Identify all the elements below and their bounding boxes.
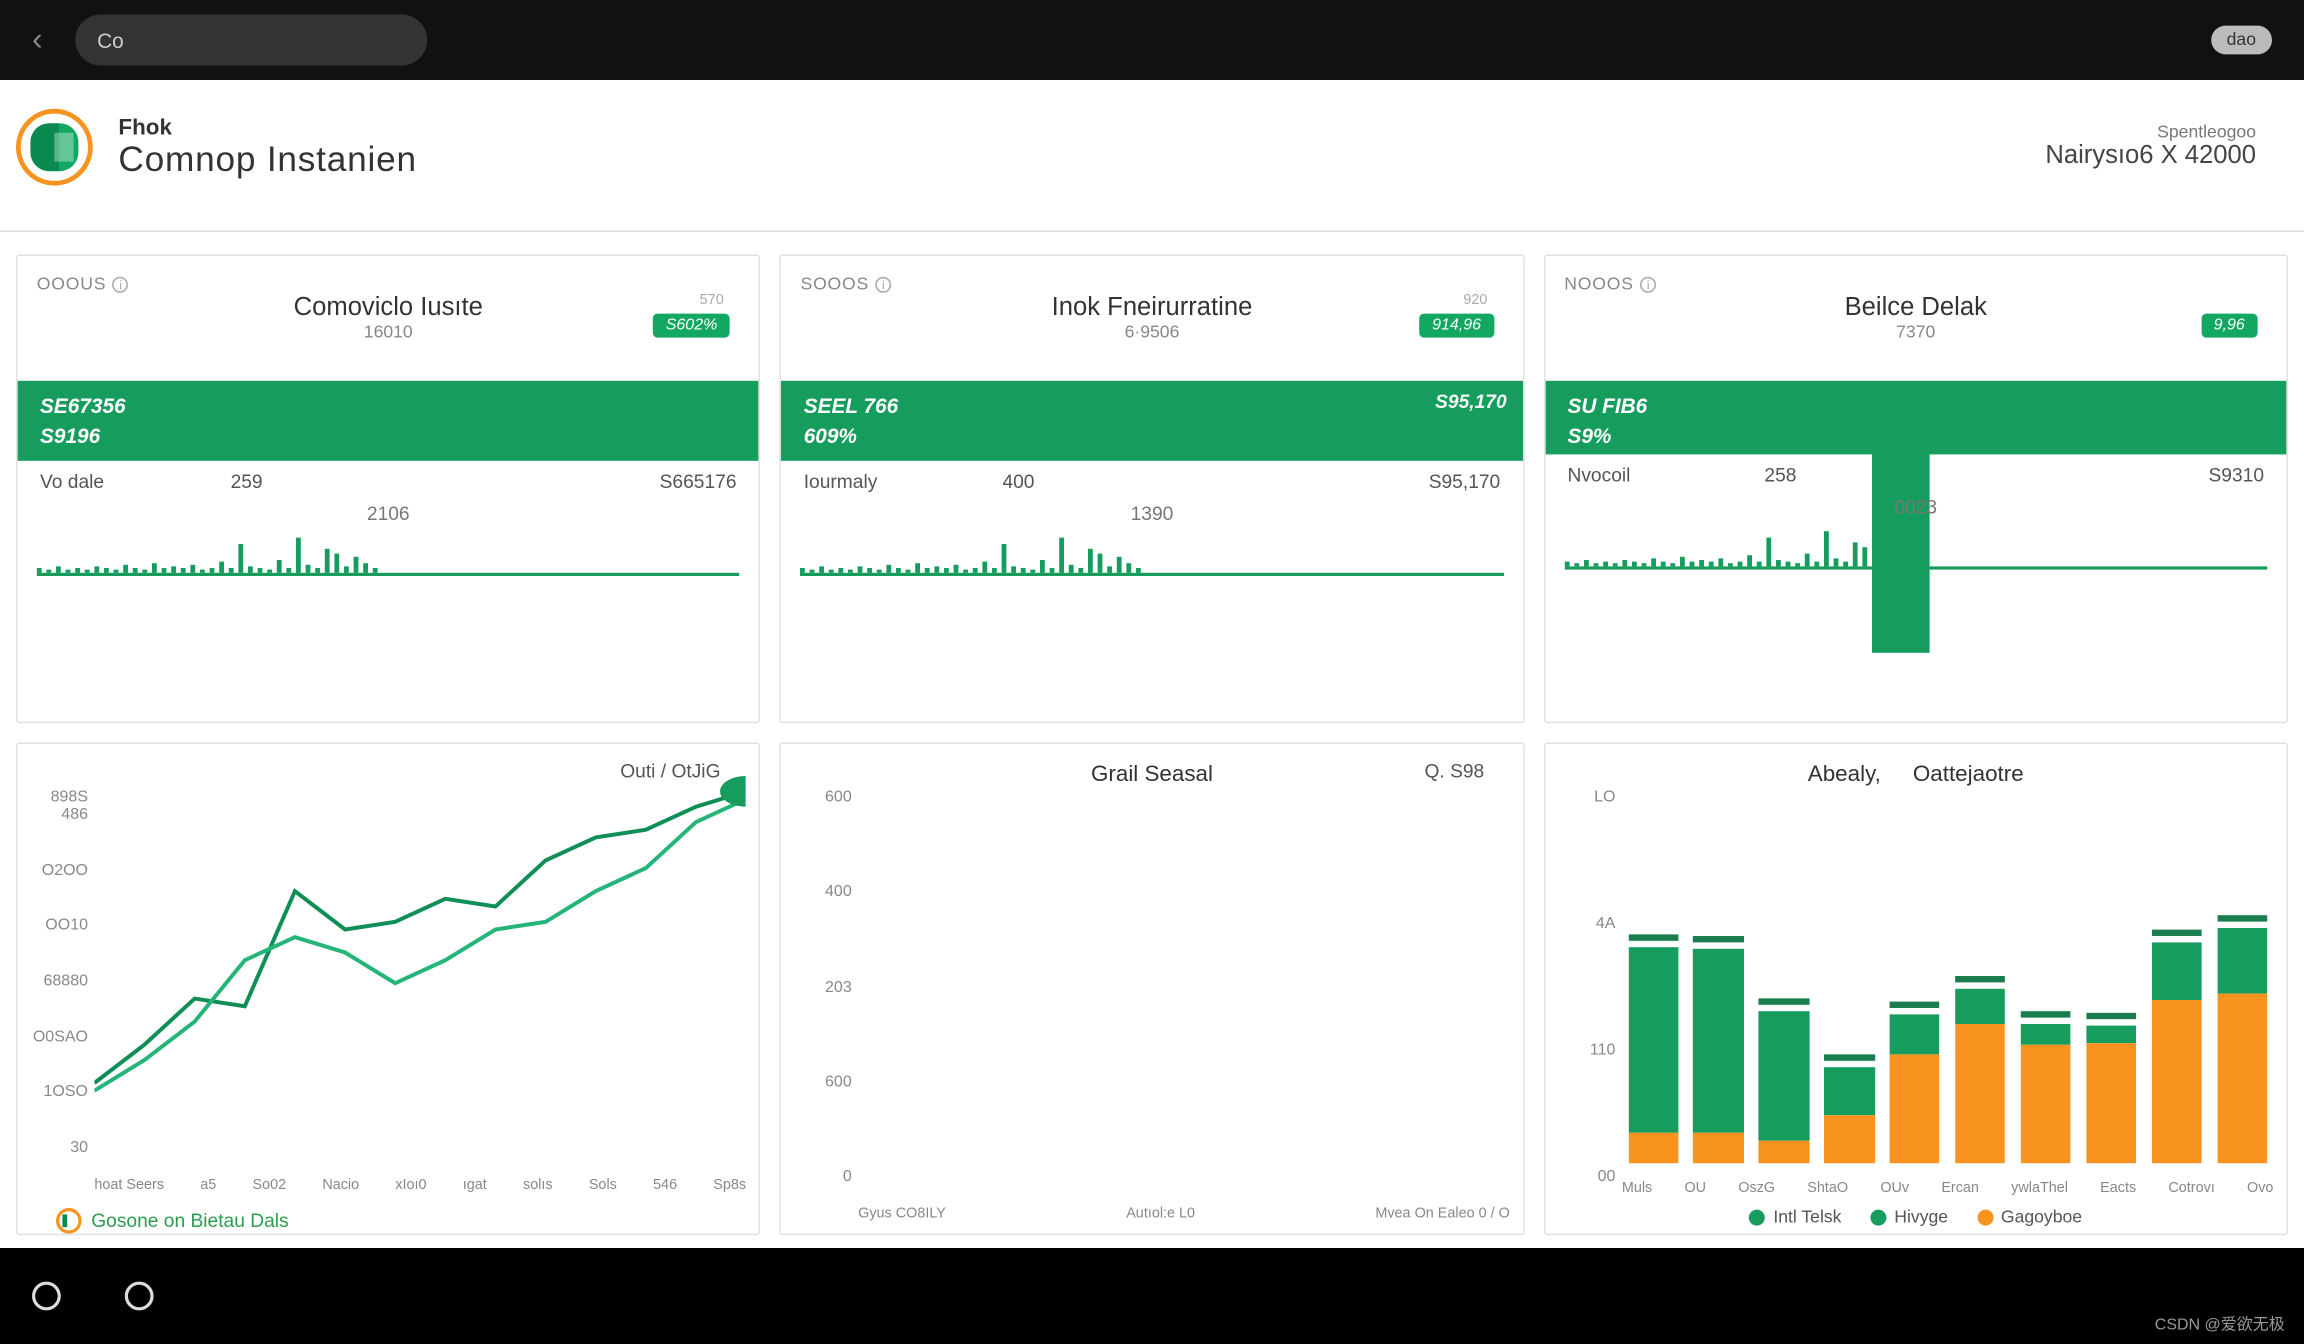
- device-nav-bar: CSDN @爱欲无极: [0, 1248, 2304, 1344]
- card-number: 7370: [1564, 323, 2267, 342]
- stat-mid: 259: [231, 470, 263, 492]
- stat-label: Nvocoil: [1567, 464, 1630, 486]
- stat-value: S9310: [2208, 464, 2264, 486]
- page-header: Fhok Comnop Instanien Spentleogoo Nairys…: [0, 80, 2304, 230]
- card-title: Inok Fneirurratine: [801, 294, 1504, 323]
- card-title: Comoviclo Iusıte: [37, 294, 740, 323]
- bar-chart-card: Grail SeasalQ. S98 6004002036000 Gyus CO…: [780, 743, 1525, 1236]
- header-right: Spentleogoo Nairysıo6 X 42000: [2045, 123, 2256, 171]
- card-title: Beilce Delak: [1564, 294, 2267, 323]
- card-number: 6·9506: [801, 323, 1504, 342]
- metric-card-2: SOOOS i Inok Fneirurratine 6·9506 920 914,…: [780, 254, 1525, 723]
- spark-label: 0023: [1564, 496, 2267, 518]
- metric-card-1: OOOUS i Comoviclo Iusıte 16010 570 S602% S…: [16, 254, 761, 723]
- stat-row: Nvocoil 258 S9310: [1545, 454, 2286, 496]
- card-number: 16010: [37, 323, 740, 342]
- banner-right: S95,170: [1435, 390, 1507, 413]
- x-axis: MulsOUOszGShtaOOUvErcanywlaThelEactsCotr…: [1622, 1179, 2274, 1195]
- bar-plot: [858, 776, 1510, 1189]
- stat-label: Iourmaly: [804, 470, 878, 492]
- browser-pill[interactable]: dao: [2211, 26, 2272, 55]
- brand-subtitle: Fhok: [118, 114, 417, 140]
- y-axis: LO4A11000: [1551, 789, 1615, 1186]
- stat-value: S665176: [660, 470, 737, 492]
- y-axis: 6004002036000: [788, 789, 852, 1186]
- header-right-bottom: Nairysıo6 X 42000: [2045, 142, 2256, 171]
- watermark: CSDN @爱欲无极: [2155, 1310, 2285, 1334]
- spark-label: 1390: [801, 502, 1504, 524]
- nav-circle-icon[interactable]: [125, 1282, 154, 1311]
- x-axis: hoat Seersa5So02NacioxIoı0ıgatsolısSols5…: [94, 1176, 746, 1192]
- banner-line2: S9196: [40, 424, 737, 448]
- x-axis: Gyus CO8ILYAutıol:e L0Mvea On Ealeo 0 / …: [858, 1205, 1510, 1221]
- delta-badge: S602%: [653, 314, 730, 338]
- header-right-top: Spentleogoo: [2045, 123, 2256, 142]
- line-plot: [94, 776, 746, 1160]
- url-input[interactable]: Co: [75, 14, 427, 65]
- banner-line1: SE67356: [40, 394, 737, 418]
- tiny-badge: 920: [1463, 291, 1487, 307]
- stacked-bar-card: Abealy, Oattejaotre LO4A11000 MulsOUOszG…: [1543, 743, 2288, 1236]
- delta-badge: 914,96: [1419, 314, 1494, 338]
- line-chart-card: Outi / OtJiG 898S 486O2OOOO1068880O0SAO1…: [16, 743, 761, 1236]
- stat-label: Vo dale: [40, 470, 104, 492]
- browser-bar: ‹ Co dao: [0, 0, 2304, 80]
- logo-small-icon: [56, 1208, 82, 1234]
- stat-mid: 258: [1764, 464, 1796, 486]
- stat-row: Vo dale 259 S665176: [18, 461, 759, 503]
- logo-icon: [16, 109, 93, 186]
- banner-line1: SEEL 766: [804, 394, 1501, 418]
- highlight-banner: SU FIB6 S9%: [1545, 381, 2286, 455]
- dashboard-grid: OOOUS i Comoviclo Iusıte 16010 570 S602% S…: [0, 232, 2304, 1248]
- card-tab: OOOUS: [37, 275, 107, 294]
- brand-title: Comnop Instanien: [118, 139, 417, 181]
- metric-card-3: NOOOS i Beilce Delak 7370 9,96 SU FIB6 S9…: [1543, 254, 2288, 723]
- banner-line1: SU FIB6: [1567, 394, 2264, 418]
- stat-mid: 400: [1002, 470, 1034, 492]
- card-tab: NOOOS: [1564, 275, 1634, 294]
- stat-row: Iourmaly 400 S95,170: [781, 461, 1522, 503]
- sparkline: [37, 528, 740, 576]
- sparkline: [1564, 522, 2267, 570]
- card-tab: SOOOS: [801, 275, 870, 294]
- stacked-plot: [1622, 776, 2274, 1163]
- back-icon[interactable]: ‹: [32, 22, 43, 59]
- info-icon[interactable]: i: [875, 277, 891, 293]
- info-icon[interactable]: i: [113, 277, 129, 293]
- stat-value: S95,170: [1429, 470, 1501, 492]
- legend: Intl TelskHivygeGagoyboe: [1545, 1202, 2286, 1228]
- banner-line2: 609%: [804, 424, 1501, 448]
- nav-circle-icon[interactable]: [32, 1282, 61, 1311]
- highlight-banner: SEEL 766 609% S95,170: [781, 381, 1522, 461]
- page: Fhok Comnop Instanien Spentleogoo Nairys…: [0, 80, 2304, 1248]
- sparkline: [801, 528, 1504, 576]
- delta-badge: 9,96: [2201, 314, 2258, 338]
- y-axis: 898S 486O2OOOO1068880O0SAO1OSO30: [24, 789, 88, 1157]
- highlight-banner: SE67356 S9196: [18, 381, 759, 461]
- chart-footer-note[interactable]: Gosone on Bietau Dals: [18, 1205, 759, 1234]
- spark-label: 2106: [37, 502, 740, 524]
- tiny-badge: 570: [700, 291, 724, 307]
- info-icon[interactable]: i: [1640, 277, 1656, 293]
